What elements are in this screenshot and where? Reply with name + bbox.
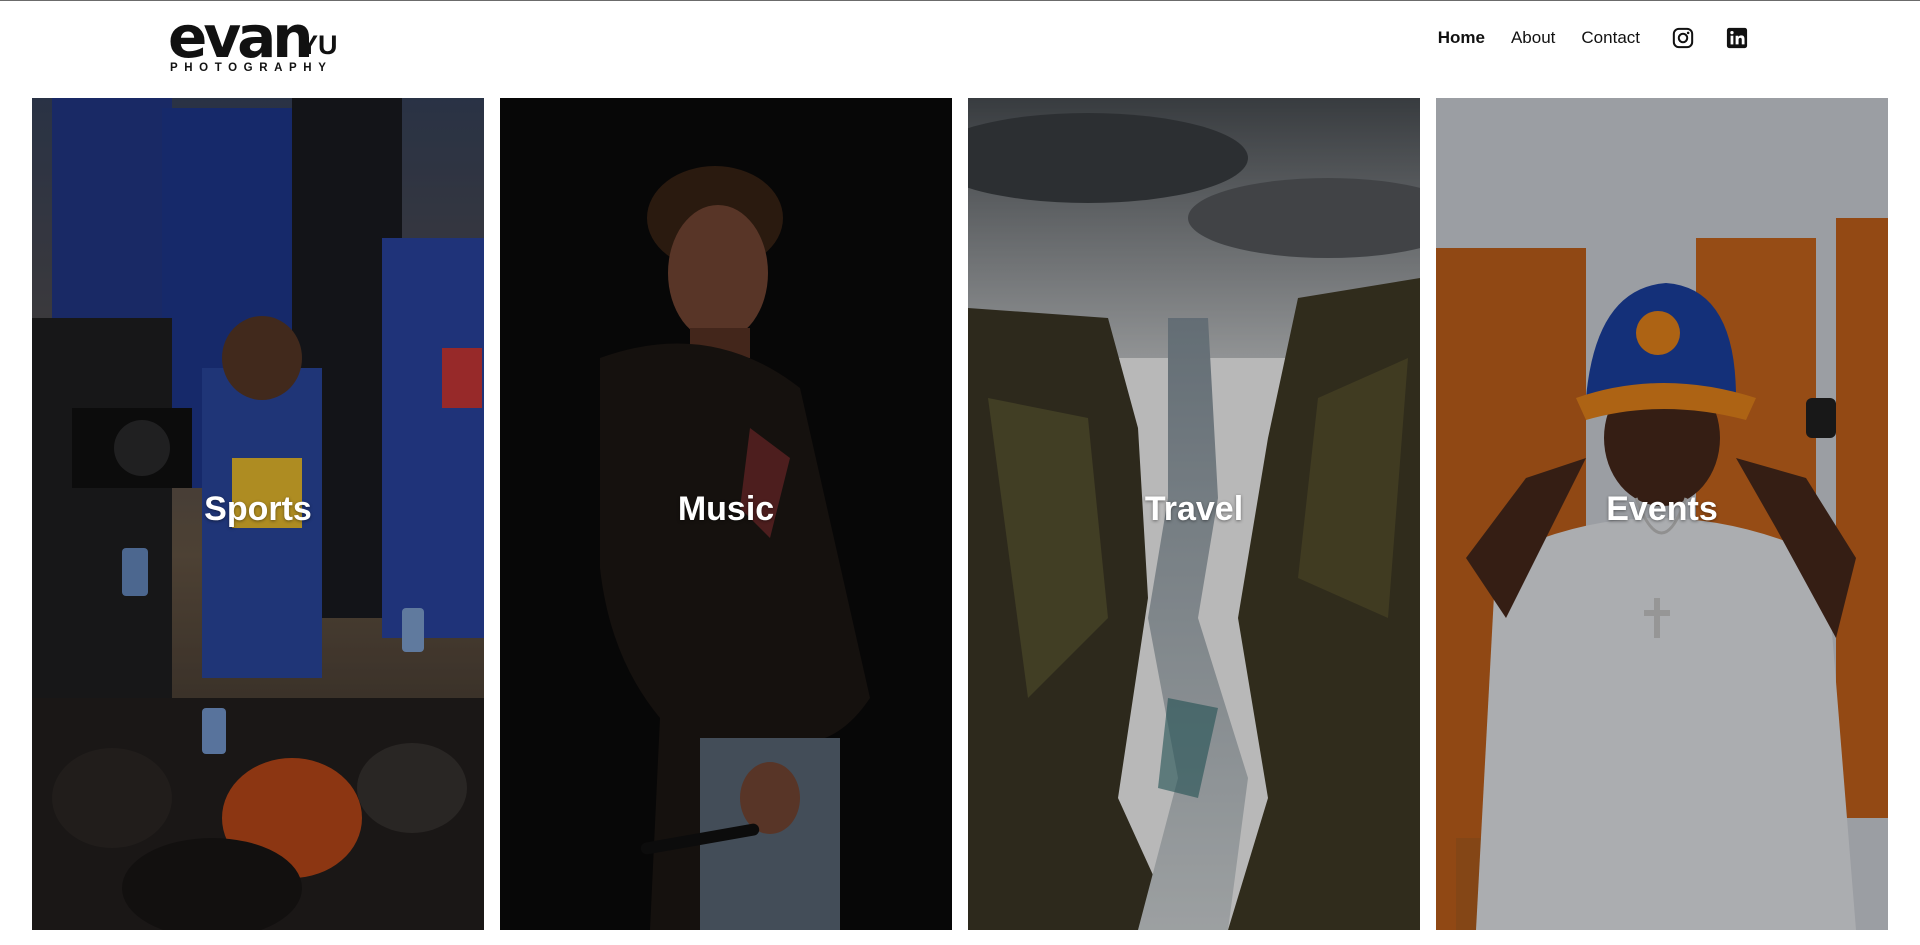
site-logo[interactable]: evan YU PHOTOGRAPHY [168, 3, 346, 75]
page: evan YU PHOTOGRAPHY Home About Contact S… [0, 0, 1920, 945]
logo-surname: YU [300, 30, 338, 60]
tile-label-travel: Travel [1144, 490, 1244, 528]
logo-subtitle: PHOTOGRAPHY [170, 62, 333, 74]
nav-home-link[interactable]: Home [1438, 21, 1485, 55]
logo-word: evan [168, 3, 314, 71]
site-header: evan YU PHOTOGRAPHY Home About Contact [0, 1, 1920, 97]
linkedin-icon[interactable] [1724, 25, 1750, 51]
main-nav: Home About Contact [1438, 21, 1750, 55]
gallery-tile-music[interactable]: Music [500, 98, 952, 930]
nav-contact-link[interactable]: Contact [1581, 21, 1640, 55]
gallery-tile-travel[interactable]: Travel [968, 98, 1420, 930]
nav-about-link[interactable]: About [1511, 21, 1555, 55]
tile-label-sports: Sports [204, 490, 312, 528]
instagram-icon[interactable] [1670, 25, 1696, 51]
tile-label-music: Music [677, 490, 775, 528]
gallery-tile-sports[interactable]: Sports [32, 98, 484, 930]
tile-label-events: Events [1606, 490, 1718, 528]
gallery-tile-events[interactable]: Events [1436, 98, 1888, 930]
category-gallery: Sports Music Travel Events [32, 98, 1888, 930]
